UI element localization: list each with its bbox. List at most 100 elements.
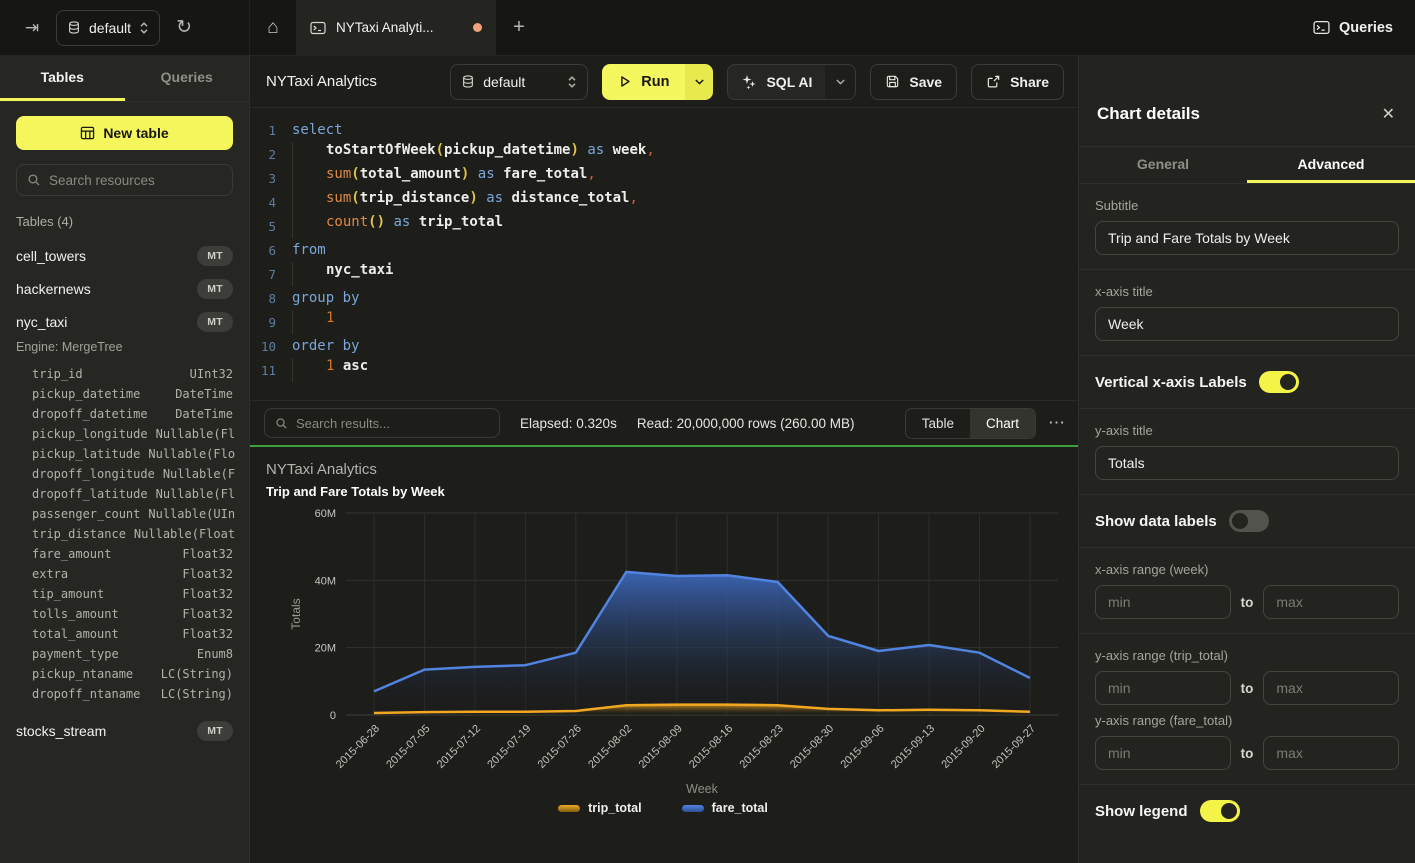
column-row: trip_distanceNullable(Float [0, 524, 249, 544]
indent-guide [292, 142, 326, 166]
line-code: 1 asc [276, 358, 368, 382]
svg-text:2015-06-28: 2015-06-28 [334, 723, 382, 771]
line-number: 5 [250, 219, 276, 234]
x-axis-range-week-max-input[interactable] [1263, 585, 1399, 619]
sql-ai-dropdown[interactable] [825, 65, 855, 99]
table-name: nyc_taxi [16, 314, 67, 330]
editor-line: 91 [250, 310, 1078, 334]
query-actions: default Run [450, 64, 1064, 100]
table-row-hackernews[interactable]: hackernewsMT [0, 272, 249, 305]
line-number: 4 [250, 195, 276, 210]
sidebar-search-input[interactable] [49, 173, 222, 188]
show-legend-toggle[interactable] [1200, 800, 1240, 822]
chevron-down-icon [835, 78, 846, 86]
new-table-button[interactable]: New table [16, 116, 233, 150]
panel-tab-general[interactable]: General [1079, 147, 1247, 183]
table-row-cell_towers[interactable]: cell_towersMT [0, 239, 249, 272]
table-row-nyc_taxi[interactable]: nyc_taxiMT [0, 305, 249, 338]
y-axis-title-input[interactable] [1095, 446, 1399, 480]
column-row: fare_amountFloat32 [0, 544, 249, 564]
line-code: group by [276, 290, 359, 306]
more-options-icon[interactable]: ⋯ [1048, 413, 1066, 433]
table-name: stocks_stream [16, 723, 106, 739]
y-axis-range-fare-total-min-input[interactable] [1095, 736, 1231, 770]
token: week [613, 142, 647, 158]
column-type: Nullable(Fl [148, 427, 235, 441]
run-button[interactable]: Run [602, 64, 713, 100]
sql-ai-button[interactable]: SQL AI [727, 64, 856, 100]
column-type: Nullable(UIn [140, 507, 235, 521]
show-data-labels-toggle[interactable] [1229, 510, 1269, 532]
collapse-sidebar-icon[interactable]: ⇥ [18, 14, 46, 42]
new-tab-icon[interactable]: + [496, 0, 542, 55]
legend-item-fare_total[interactable]: fare_total [682, 801, 768, 815]
line-code: from [276, 242, 326, 258]
sidebar-tabs: TablesQueries [0, 56, 249, 102]
y-axis-range-trip-total-min-input[interactable] [1095, 671, 1231, 705]
home-icon[interactable]: ⌂ [250, 0, 296, 55]
svg-text:2015-07-26: 2015-07-26 [536, 723, 584, 771]
column-type: Nullable(Flo [140, 447, 235, 461]
share-button[interactable]: Share [971, 64, 1064, 100]
sidebar-tab-tables[interactable]: Tables [0, 56, 125, 101]
subtitle-input[interactable] [1095, 221, 1399, 255]
column-type: Nullable(Float [126, 527, 235, 541]
column-name: tip_amount [32, 587, 104, 601]
table-row-stocks_stream[interactable]: stocks_stream MT [0, 714, 249, 747]
line-code: 1 [276, 310, 334, 334]
token: sum [326, 190, 351, 206]
legend-label: trip_total [588, 801, 641, 815]
center-column: NYTaxi Analytics default Run [250, 56, 1078, 863]
sql-editor[interactable]: 1select2toStartOfWeek(pickup_datetime) a… [250, 108, 1078, 400]
column-name: payment_type [32, 647, 119, 661]
y-axis-range-trip-total-label: y-axis range (trip_total) [1095, 648, 1399, 663]
chart-details-panel: Chart details ✕ GeneralAdvanced Subtitle… [1078, 56, 1415, 863]
sidebar-tab-queries[interactable]: Queries [125, 56, 250, 101]
new-table-label: New table [103, 125, 168, 141]
vertical-x-axis-labels-toggle[interactable] [1259, 371, 1299, 393]
run-button-main[interactable]: Run [602, 64, 685, 100]
save-button[interactable]: Save [870, 64, 957, 100]
view-toggle-table[interactable]: Table [906, 409, 970, 438]
panel-header: Chart details ✕ [1079, 56, 1415, 146]
close-icon[interactable]: ✕ [1382, 104, 1395, 124]
token: as [587, 142, 604, 158]
panel-tab-advanced[interactable]: Advanced [1247, 147, 1415, 183]
editor-line: 7nyc_taxi [250, 262, 1078, 286]
database-selector[interactable]: default [56, 10, 160, 46]
legend-item-trip_total[interactable]: trip_total [558, 801, 641, 815]
view-toggle-chart[interactable]: Chart [970, 409, 1035, 438]
refresh-icon[interactable]: ↻ [170, 14, 198, 42]
sql-ai-button-main[interactable]: SQL AI [728, 65, 825, 99]
run-dropdown[interactable] [685, 64, 713, 100]
toggle-knob [1221, 803, 1237, 819]
table-engine-badge: MT [197, 721, 233, 741]
column-type: Float32 [174, 567, 233, 581]
x-axis-range-week-min-input[interactable] [1095, 585, 1231, 619]
line-number: 9 [250, 315, 276, 330]
queries-button[interactable]: Queries [1313, 20, 1393, 36]
x-axis-title-input[interactable] [1095, 307, 1399, 341]
line-number: 2 [250, 147, 276, 162]
svg-text:Totals: Totals [289, 598, 303, 629]
play-icon [618, 74, 632, 89]
sidebar-body: New table Tables (4) cell_towersMThacker… [0, 102, 249, 761]
query-database-selector[interactable]: default [450, 64, 588, 100]
results-search [264, 408, 500, 438]
token: ( [436, 142, 444, 158]
y-axis-range-fare-total-max-input[interactable] [1263, 736, 1399, 770]
column-name: trip_id [32, 367, 83, 381]
column-row: tip_amountFloat32 [0, 584, 249, 604]
tab-title: NYTaxi Analyti... [336, 20, 434, 35]
table-name: hackernews [16, 281, 91, 297]
read-stat: Read: 20,000,000 rows (260.00 MB) [637, 416, 855, 431]
tab-nytaxi-analytics[interactable]: NYTaxi Analyti... [296, 0, 496, 55]
column-row: pickup_latitudeNullable(Flo [0, 444, 249, 464]
line-number: 6 [250, 243, 276, 258]
top-bar-right: Queries [1313, 0, 1415, 55]
svg-text:60M: 60M [315, 508, 336, 520]
y-axis-range-trip-total-max-input[interactable] [1263, 671, 1399, 705]
results-search-input[interactable] [296, 416, 489, 431]
line-code: sum(total_amount) as fare_total, [276, 166, 596, 190]
column-row: dropoff_latitudeNullable(Fl [0, 484, 249, 504]
